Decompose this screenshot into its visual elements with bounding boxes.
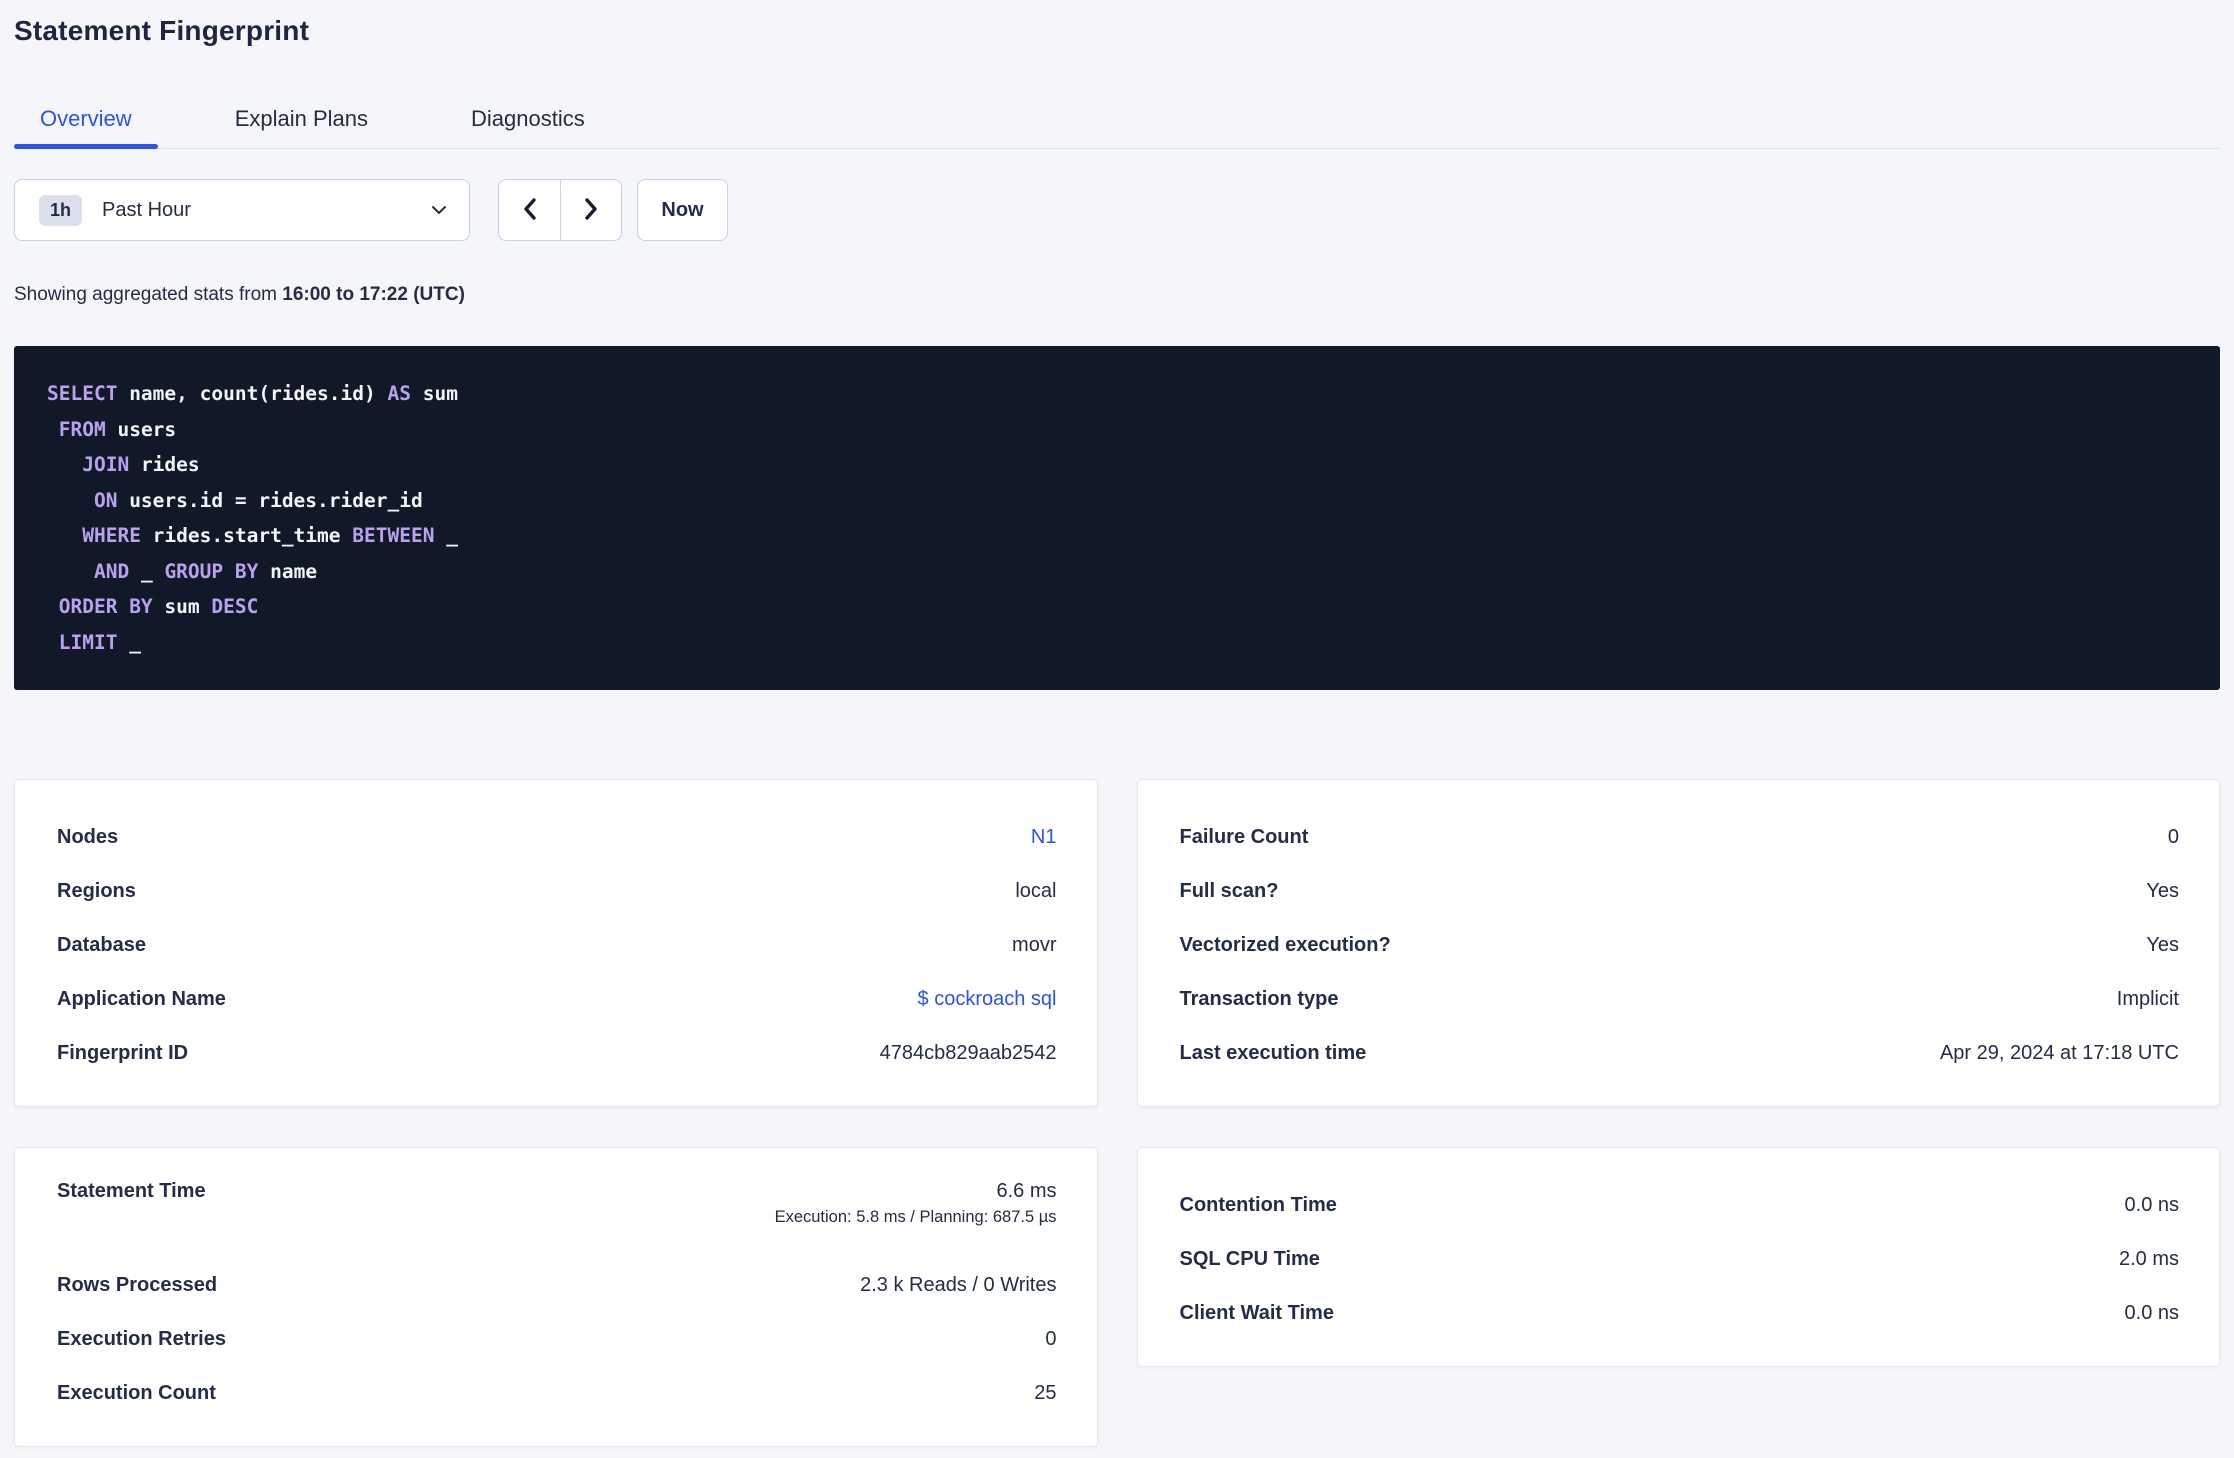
aggregated-stats-prefix: Showing aggregated stats from [14,284,283,305]
statement-details-card: Nodes N1 Regions local Database movr App… [14,779,1098,1107]
aggregated-stats-range: 16:00 to 17:22 (UTC) [282,284,465,305]
transaction-type-label: Transaction type [1179,987,1339,1010]
statement-time-value-block: 6.6 ms Execution: 5.8 ms / Planning: 687… [775,1178,1057,1230]
card-row: Client Wait Time 0.0 ns [1180,1286,2180,1340]
contention-time-label: Contention Time [1179,1193,1337,1216]
card-row: Database movr [57,918,1057,972]
full-scan-value: Yes [2146,879,2179,902]
statement-time-breakdown: Execution: 5.8 ms / Planning: 687.5 µs [774,1208,1057,1226]
time-range-picker[interactable]: 1h Past Hour [14,179,470,241]
client-wait-time-label: Client Wait Time [1179,1301,1334,1324]
sql-statement: SELECT name, count(rides.id) AS sum FROM… [14,346,2220,690]
tab-bar: Overview Explain Plans Diagnostics [14,106,2220,149]
time-controls: 1h Past Hour Now [14,179,2220,241]
next-time-button[interactable] [560,180,621,240]
database-value: movr [1012,933,1057,956]
card-row: Fingerprint ID 4784cb829aab2542 [57,1026,1057,1080]
transaction-type-value: Implicit [2116,987,2179,1010]
card-row: Regions local [57,864,1057,918]
chevron-left-icon [520,196,540,225]
card-row: Failure Count 0 [1180,810,2180,864]
regions-value: local [1015,879,1057,902]
tab-overview[interactable]: Overview [14,106,158,149]
now-button[interactable]: Now [637,179,728,241]
summary-cards: Nodes N1 Regions local Database movr App… [14,779,2220,1447]
nodes-label: Nodes [57,825,119,848]
nodes-link[interactable]: N1 [1031,824,1057,851]
statement-fingerprint-page: Statement Fingerprint Overview Explain P… [0,0,2234,1458]
card-row: Application Name $ cockroach sql [57,972,1057,1026]
card-row: Execution Retries 0 [57,1312,1057,1366]
card-row: Last execution time Apr 29, 2024 at 17:1… [1180,1026,2180,1080]
time-range-badge: 1h [39,194,83,226]
contention-time-value: 0.0 ns [2124,1193,2179,1216]
failure-count-label: Failure Count [1179,825,1309,848]
card-row: Rows Processed 2.3 k Reads / 0 Writes [57,1258,1057,1312]
vectorized-execution-value: Yes [2146,933,2179,956]
rows-processed-value: 2.3 k Reads / 0 Writes [860,1273,1057,1296]
execution-retries-label: Execution Retries [57,1327,226,1350]
statement-timing-card: Statement Time 6.6 ms Execution: 5.8 ms … [14,1147,1098,1447]
card-row: Contention Time 0.0 ns [1180,1178,2180,1232]
vectorized-execution-label: Vectorized execution? [1179,933,1391,956]
card-row: Vectorized execution? Yes [1180,918,2180,972]
database-label: Database [57,933,146,956]
execution-count-label: Execution Count [57,1381,216,1404]
card-row: Statement Time 6.6 ms Execution: 5.8 ms … [57,1178,1057,1258]
statement-time-value: 6.6 ms [996,1180,1057,1202]
card-row: Full scan? Yes [1180,864,2180,918]
tab-diagnostics[interactable]: Diagnostics [445,106,611,148]
last-execution-time-label: Last execution time [1179,1041,1367,1064]
chevron-down-icon [431,205,447,215]
tab-explain-plans[interactable]: Explain Plans [209,106,394,148]
statement-time-label: Statement Time [57,1180,206,1202]
card-row: SQL CPU Time 2.0 ms [1180,1232,2180,1286]
execution-attributes-card: Failure Count 0 Full scan? Yes Vectorize… [1136,779,2220,1107]
fingerprint-id-value: 4784cb829aab2542 [879,1041,1057,1064]
last-execution-time-value: Apr 29, 2024 at 17:18 UTC [1939,1041,2179,1064]
aggregated-stats-summary: Showing aggregated stats from 16:00 to 1… [14,283,2220,306]
failure-count-value: 0 [2167,825,2179,848]
page-title: Statement Fingerprint [14,15,310,46]
full-scan-label: Full scan? [1179,879,1279,902]
wait-timing-card: Contention Time 0.0 ns SQL CPU Time 2.0 … [1136,1147,2220,1367]
fingerprint-id-label: Fingerprint ID [57,1041,189,1064]
card-row: Transaction type Implicit [1180,972,2180,1026]
time-range-label: Past Hour [102,198,191,221]
application-name-label: Application Name [57,987,226,1010]
time-step-group [498,179,622,241]
execution-count-value: 25 [1034,1381,1057,1404]
rows-processed-label: Rows Processed [57,1273,218,1296]
client-wait-time-value: 0.0 ns [2124,1301,2179,1324]
execution-retries-value: 0 [1045,1327,1057,1350]
previous-time-button[interactable] [499,180,560,240]
sql-cpu-time-label: SQL CPU Time [1179,1247,1320,1270]
application-name-link[interactable]: $ cockroach sql [918,986,1057,1013]
card-row: Nodes N1 [57,810,1057,864]
card-row: Execution Count 25 [57,1366,1057,1420]
sql-cpu-time-value: 2.0 ms [2118,1247,2179,1270]
regions-label: Regions [57,879,136,902]
chevron-right-icon [581,196,601,225]
